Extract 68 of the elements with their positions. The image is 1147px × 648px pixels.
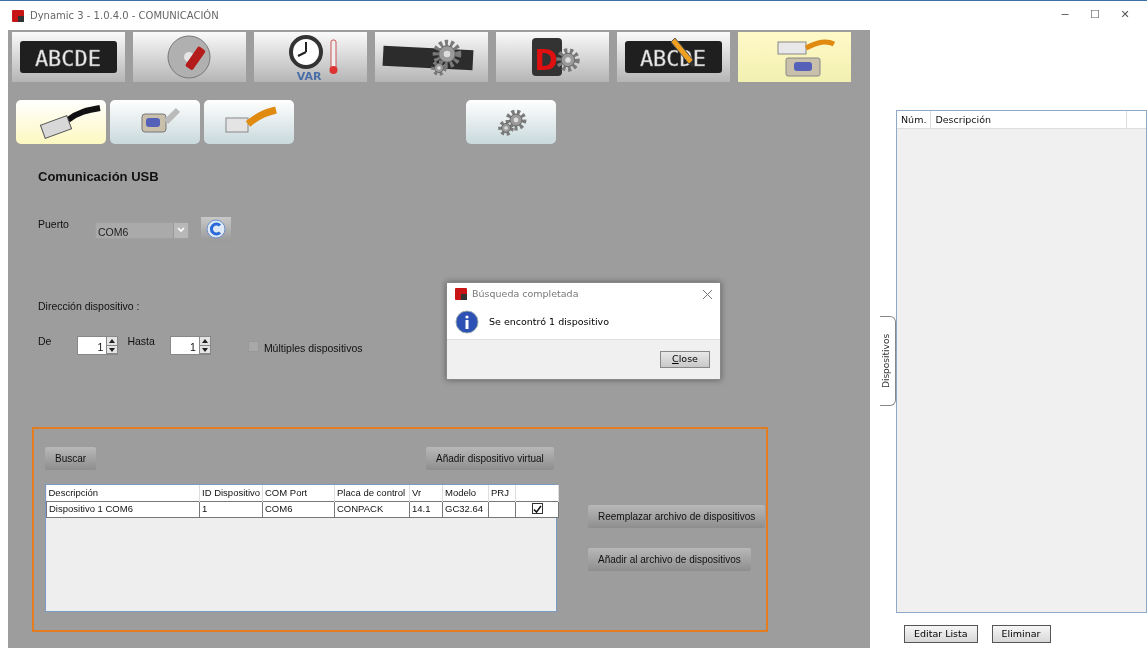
up-arrow-icon[interactable] [201,339,208,343]
column-header: COM Port [262,485,335,502]
column-header: Placa de control [334,485,410,502]
minimize-button[interactable]: ─ [1057,7,1073,24]
file-button[interactable]: Reemplazar archivo de dispositivos [588,505,766,528]
column-header: ID Dispositivo [199,485,263,502]
checkbox-label: Múltiples dispositivos [263,341,363,357]
usb-plug-icon [39,105,101,139]
table-cell: COM6 [265,503,293,515]
address-label: Dirección dispositivo : [38,298,141,314]
table-cell: GC32.64 [445,503,484,515]
section-title: Comunicación USB [38,168,160,186]
logo-drawing: D [532,38,580,77]
table-cell: 1 [202,503,208,515]
up-arrow-icon[interactable] [109,339,116,343]
from-label: De [38,334,52,350]
toolbar-tab[interactable]: ABCDE [12,32,125,82]
column-header: Modelo [442,485,489,502]
number-spinner[interactable]: 1 [169,336,211,356]
add-virtual-device-button[interactable]: Añadir dispositivo virtual [426,447,554,470]
column-header: Descripción [931,111,1127,128]
led-sign-drawing: ABCDE [625,37,722,73]
connector-icon [777,39,835,77]
settings-icon [498,109,527,136]
toolbar-tab[interactable] [375,32,488,82]
disc-icon [167,35,211,79]
ethernet-plug-icon [225,106,277,133]
app-icon [455,288,467,300]
window-title: Dynamic 3 - 1.0.4.0 - COMUNICACIÓN [30,8,219,23]
port-dropdown[interactable]: COM6 [94,221,189,239]
led-sign: ABCDE [20,41,117,73]
down-arrow-icon[interactable] [109,347,116,352]
column-header: PRJ [488,485,516,502]
toolbar-tab[interactable] [133,32,246,82]
dialog-title: Búsqueda completada [472,286,579,301]
refresh-button[interactable] [200,216,231,241]
panel-gear-icon [382,39,474,76]
table-cell: Dispositivo 1 COM6 [49,503,133,515]
to-label: Hasta [127,334,155,350]
chevron-down-icon [176,227,185,233]
toolbar-tab[interactable]: ABCDE [617,32,730,82]
clock-icon [289,35,338,74]
side-tab[interactable]: Dispositivos [880,316,896,406]
sign-text: VAR [296,70,322,82]
column-header: Núm. [897,111,932,128]
dialog-message: Se encontró 1 dispositivo [489,314,609,329]
list-button[interactable]: Eliminar [991,625,1051,643]
list-button[interactable]: Editar Lista [904,625,978,643]
checkbox[interactable] [531,503,543,515]
app-icon [12,9,24,22]
port-label: Puerto [38,216,69,232]
refresh-icon [205,218,226,239]
table-cell: 14.1 [412,503,431,515]
maximize-button[interactable]: ☐ [1087,7,1103,24]
column-header: Descripción [46,485,200,502]
down-arrow-icon[interactable] [201,347,208,352]
close-icon[interactable] [703,289,712,299]
serial-port-icon [141,107,181,133]
number-spinner[interactable]: 1 [77,336,119,356]
info-icon [455,310,479,334]
connection-tab[interactable] [16,100,106,144]
table-cell: CONPACK [337,503,384,515]
file-button[interactable]: Añadir al archivo de dispositivos [588,548,751,571]
search-button[interactable]: Buscar [45,447,97,470]
close-button[interactable]: ✕ [1117,7,1133,24]
check-icon [532,505,542,515]
close-button[interactable]: Close [660,351,710,368]
column-header: Vr [409,485,443,502]
